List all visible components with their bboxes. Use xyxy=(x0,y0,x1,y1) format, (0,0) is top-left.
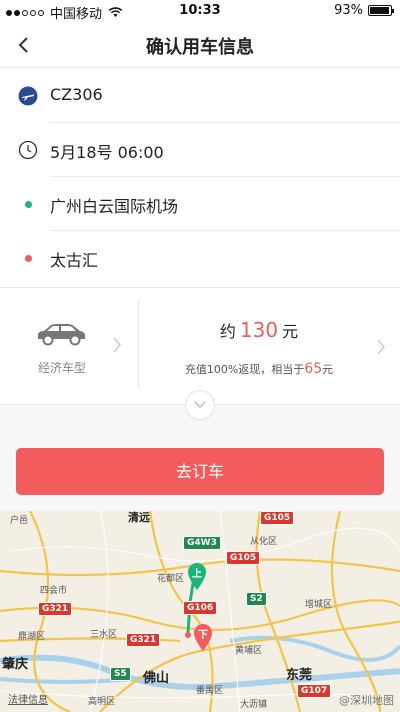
flight-row[interactable]: CZ306 xyxy=(0,69,400,123)
map-place-panyu: 番禺区 xyxy=(196,686,224,696)
nav-bar: 确认用车信息 xyxy=(0,22,400,68)
route-map[interactable]: 户邑 清远 从化区 花都区 四会市 增城区 鼎湖区 三水区 黄埔区 肇庆 佛山 … xyxy=(0,511,400,712)
chevron-right-icon xyxy=(113,337,121,353)
map-place-gaoming: 高明区 xyxy=(88,697,116,707)
map-place-sihui: 四会市 xyxy=(40,586,68,596)
map-label: 户邑 xyxy=(10,516,29,526)
road-shield: G4W3 xyxy=(183,536,221,550)
road-shield: G106 xyxy=(183,601,218,615)
promo-text: 充值100%返现，相当于65元 xyxy=(139,361,379,377)
map-place-huadu: 花都区 xyxy=(157,574,185,584)
price-amount: 130 xyxy=(239,318,279,342)
dropoff-location: 太古汇 xyxy=(50,251,99,270)
map-place-qingyuan: 清远 xyxy=(128,511,150,524)
pickup-datetime: 5月18号 06:00 xyxy=(50,143,164,162)
map-place-foshan: 佛山 xyxy=(143,671,170,686)
pickup-dot-icon xyxy=(18,194,38,214)
car-icon xyxy=(38,324,85,346)
legal-info-link[interactable]: 法律信息 xyxy=(8,691,48,706)
dropoff-marker[interactable]: 下 xyxy=(192,622,214,652)
map-place-huangpu: 黄埔区 xyxy=(235,646,263,656)
map-place-sanshui: 三水区 xyxy=(90,630,118,640)
road-shield: G105 xyxy=(226,551,261,565)
promo-unit: 元 xyxy=(322,363,334,376)
chevron-down-icon xyxy=(194,401,206,409)
status-bar: 中国移动 10:33 93% xyxy=(0,0,400,22)
road-shield: G107 xyxy=(297,684,332,698)
map-place-dali: 大沥镇 xyxy=(240,700,268,710)
road-shield: G105 xyxy=(260,511,295,525)
chevron-right-icon xyxy=(377,339,385,355)
map-place-zhaoqing: 肇庆 xyxy=(2,657,29,672)
map-place-conghua: 从化区 xyxy=(250,537,278,547)
car-type-label: 经济车型 xyxy=(37,361,86,375)
book-car-button[interactable]: 去订车 xyxy=(16,448,384,495)
road-shield: S2 xyxy=(246,592,267,606)
flight-icon xyxy=(18,86,38,106)
pickup-marker-label: 上 xyxy=(192,569,202,580)
price-estimate[interactable]: 约 130 元 充值100%返现，相当于65元 xyxy=(139,288,400,390)
watermark: @深圳地图 xyxy=(339,694,394,707)
price-main: 约 130 元 xyxy=(139,318,379,342)
battery-percent: 93% xyxy=(334,3,363,18)
pickup-location: 广州白云国际机场 xyxy=(50,197,179,216)
car-type-selector[interactable]: 经济车型 xyxy=(0,288,138,390)
promo-amount: 65 xyxy=(304,361,323,377)
datetime-row[interactable]: 5月18号 06:00 xyxy=(0,123,400,177)
pickup-row[interactable]: 广州白云国际机场 xyxy=(0,177,400,231)
road-shield: G321 xyxy=(126,633,161,647)
promo-label: 充值100%返现，相当于 xyxy=(184,363,305,376)
map-place-zengcheng: 增城区 xyxy=(305,600,333,610)
map-place-dongguan: 东莞 xyxy=(286,668,313,683)
flight-number: CZ306 xyxy=(50,85,103,104)
expand-button[interactable] xyxy=(185,390,215,420)
dropoff-dot-icon xyxy=(18,248,38,268)
dropoff-marker-label: 下 xyxy=(198,630,208,641)
page-title: 确认用车信息 xyxy=(146,37,254,58)
price-prefix: 约 xyxy=(219,322,236,341)
map-place-dinghu: 鼎湖区 xyxy=(18,632,46,642)
road-shield: S5 xyxy=(110,667,131,681)
price-unit: 元 xyxy=(282,322,299,341)
pickup-marker[interactable]: 上 xyxy=(186,561,208,591)
road-shield: G321 xyxy=(38,602,73,616)
battery-icon xyxy=(368,5,394,16)
status-right: 93% xyxy=(334,3,394,18)
clock-icon xyxy=(18,140,38,160)
dropoff-row[interactable]: 太古汇 xyxy=(0,231,400,285)
